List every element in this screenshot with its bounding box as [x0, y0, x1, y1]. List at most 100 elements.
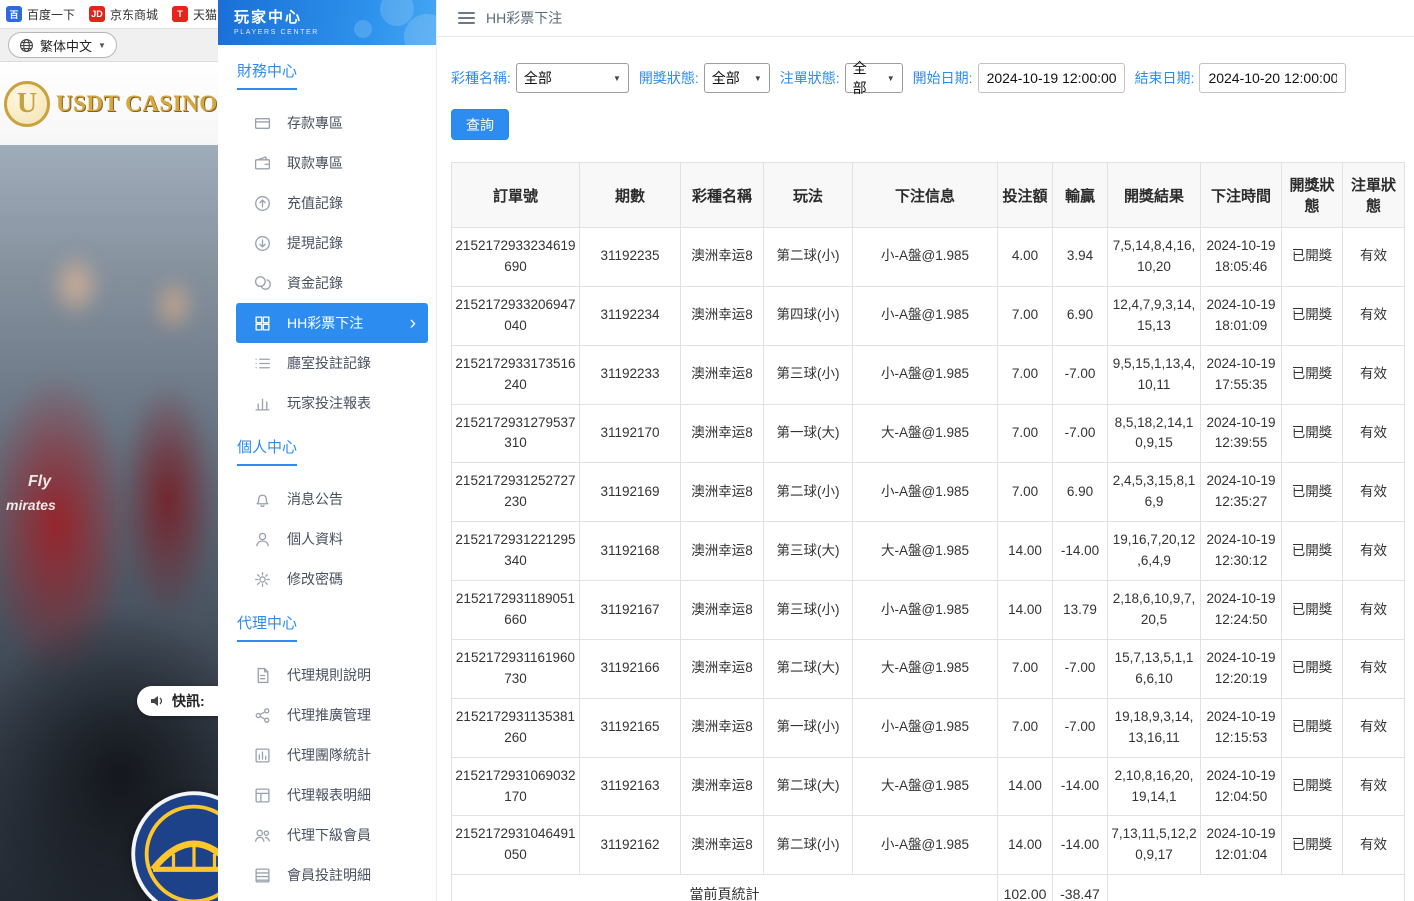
search-button[interactable]: 查詢: [451, 109, 509, 140]
table-row: 215217293125272723031192169澳洲幸运8第二球(小)小-…: [452, 463, 1405, 522]
cell-draw-status: 已開獎: [1282, 286, 1343, 345]
chevron-down-icon: ▼: [98, 41, 106, 50]
cell-draw-status: 已開獎: [1282, 816, 1343, 875]
cell-order-status: 有效: [1343, 581, 1405, 640]
col-header-lottery-name: 彩種名稱: [681, 163, 764, 228]
cell-bet-info: 小-A盤@1.985: [853, 345, 998, 404]
summary-bet-total: 102.00: [998, 875, 1053, 901]
sidebar-item-profile[interactable]: 個人資料: [218, 519, 436, 559]
filter-field-start-date: 開始日期:: [913, 63, 1125, 93]
sidebar-menu: 財務中心存款專區取款專區充值記錄提現記錄資金記錄 HH彩票下注 › 廳室投註記錄玩家投…: [218, 45, 436, 901]
col-header-draw-status: 開獎狀態: [1282, 163, 1343, 228]
chevron-right-icon: ›: [410, 314, 416, 333]
sidebar-item-agent-rules[interactable]: 代理規則說明: [218, 655, 436, 695]
cell-order-no: 2152172933234619690: [452, 228, 580, 287]
summary-row: 當前頁統計102.00-38.47: [452, 875, 1405, 901]
content-area: 彩種名稱:全部▼開獎狀態:全部▼注單狀態:全部▼開始日期:結束日期: 查詢 訂單…: [437, 37, 1414, 901]
sidebar-item-hh-lottery-bets[interactable]: HH彩票下注 ›: [236, 303, 428, 343]
cell-draw-status: 已開獎: [1282, 698, 1343, 757]
sidebar-item-hall-bet-record[interactable]: 廳室投註記錄: [218, 343, 436, 383]
table-header-row: 訂單號期數彩種名稱玩法下注信息投注額輸贏開獎結果下注時間開獎狀態注單狀態: [452, 163, 1405, 228]
sidebar-item-label: HH彩票下注: [287, 313, 363, 333]
bookmark-item[interactable]: JD京东商城: [89, 6, 158, 23]
sidebar-item-agent-promotion[interactable]: 代理推廣管理: [218, 695, 436, 735]
sidebar-item-label: 會員投註明細: [287, 865, 371, 885]
menu-section-title: 個人中心: [218, 423, 436, 466]
cell-bet-info: 小-A盤@1.985: [853, 463, 998, 522]
logo-emblem: U: [4, 81, 50, 127]
cell-bet-info: 小-A盤@1.985: [853, 816, 998, 875]
filter-field-lottery-name: 彩種名稱:全部▼: [451, 63, 629, 93]
cell-draw-result: 2,4,5,3,15,8,16,9: [1108, 463, 1201, 522]
main-content: HH彩票下注 彩種名稱:全部▼開獎狀態:全部▼注單狀態:全部▼開始日期:結束日期…: [437, 0, 1414, 901]
cell-lottery-name: 澳洲幸运8: [681, 757, 764, 816]
col-header-order-status: 注單狀態: [1343, 163, 1405, 228]
sidebar-item-recharge-record[interactable]: 充值記錄: [218, 183, 436, 223]
main-topbar: HH彩票下注: [437, 0, 1414, 37]
cell-draw-status: 已開獎: [1282, 757, 1343, 816]
cell-draw-result: 15,7,13,5,1,16,6,10: [1108, 639, 1201, 698]
language-label: 繁体中文: [40, 36, 92, 55]
cell-order-no: 2152172931279537310: [452, 404, 580, 463]
table-row: 215217293323461969031192235澳洲幸运8第二球(小)小-…: [452, 228, 1405, 287]
sidebar-item-label: 代理下級會員: [287, 825, 371, 845]
hamburger-menu-icon[interactable]: [458, 9, 475, 27]
cell-draw-status: 已開獎: [1282, 463, 1343, 522]
select-value: 全部: [712, 68, 740, 88]
cell-period: 31192233: [580, 345, 681, 404]
cell-draw-status: 已開獎: [1282, 522, 1343, 581]
filter-input-end-date[interactable]: [1199, 63, 1346, 93]
sidebar-item-cashout-record[interactable]: 提現記錄: [218, 223, 436, 263]
sidebar-item-agent-sub-members[interactable]: 代理下級會員: [218, 815, 436, 855]
bookmark-favicon: T: [172, 6, 188, 22]
cell-win-loss: -7.00: [1053, 345, 1108, 404]
filter-select-lottery-name[interactable]: 全部▼: [516, 63, 629, 93]
cell-bet-amount: 7.00: [998, 404, 1053, 463]
cell-period: 31192234: [580, 286, 681, 345]
news-label: 快訊:: [172, 691, 205, 711]
sidebar-item-member-bet-detail[interactable]: 會員投註明細: [218, 855, 436, 895]
sidebar-item-agent-report-detail[interactable]: 代理報表明細: [218, 775, 436, 815]
cell-bet-time: 2024-10-19 17:55:35: [1201, 345, 1282, 404]
cell-bet-info: 大-A盤@1.985: [853, 757, 998, 816]
cell-order-no: 2152172931135381260: [452, 698, 580, 757]
select-value: 全部: [524, 68, 552, 88]
cell-play-type: 第四球(小): [764, 286, 853, 345]
cell-order-no: 2152172933173516240: [452, 345, 580, 404]
filter-input-start-date[interactable]: [978, 63, 1125, 93]
sidebar-item-agent-team-stats[interactable]: 代理團隊統計: [218, 735, 436, 775]
filter-select-draw-status[interactable]: 全部▼: [704, 63, 770, 93]
sidebar-item-member-transaction-detail[interactable]: 會員交易明細: [218, 895, 436, 901]
cell-win-loss: 13.79: [1053, 581, 1108, 640]
photo-face-blob: [48, 250, 104, 320]
bookmark-item[interactable]: T天猫: [172, 6, 217, 23]
logo-text: USDT CASINO: [56, 91, 218, 117]
sidebar-item-label: 充值記錄: [287, 193, 343, 213]
cell-bet-amount: 7.00: [998, 345, 1053, 404]
menu-section-title: 財務中心: [218, 47, 436, 90]
cell-lottery-name: 澳洲幸运8: [681, 404, 764, 463]
cell-play-type: 第二球(大): [764, 639, 853, 698]
language-selector[interactable]: 繁体中文 ▼: [8, 32, 117, 58]
sidebar-item-fund-record[interactable]: 資金記錄: [218, 263, 436, 303]
sidebar-item-deposit-zone[interactable]: 存款專區: [218, 103, 436, 143]
bookmark-label: 京东商城: [110, 6, 158, 23]
cell-lottery-name: 澳洲幸运8: [681, 816, 764, 875]
filter-select-order-status[interactable]: 全部▼: [845, 63, 903, 93]
sidebar-item-announcements[interactable]: 消息公告: [218, 479, 436, 519]
site-logo[interactable]: U USDT CASINO: [0, 62, 218, 145]
cell-order-status: 有效: [1343, 463, 1405, 522]
cell-draw-result: 9,5,15,1,13,4,10,11: [1108, 345, 1201, 404]
bookmark-item[interactable]: 百百度一下: [6, 6, 75, 23]
sidebar-item-change-password[interactable]: 修改密碼: [218, 559, 436, 599]
cell-bet-amount: 14.00: [998, 522, 1053, 581]
sidebar-item-withdraw-zone[interactable]: 取款專區: [218, 143, 436, 183]
sidebar-item-player-bet-report[interactable]: 玩家投注報表: [218, 383, 436, 423]
cell-lottery-name: 澳洲幸运8: [681, 522, 764, 581]
cell-lottery-name: 澳洲幸运8: [681, 463, 764, 522]
news-ticker[interactable]: 快訊:: [137, 686, 218, 716]
sidebar-header: 玩家中心 PLAYERS CENTER: [218, 0, 436, 45]
cell-bet-amount: 7.00: [998, 463, 1053, 522]
cell-bet-amount: 14.00: [998, 757, 1053, 816]
cell-order-status: 有效: [1343, 522, 1405, 581]
